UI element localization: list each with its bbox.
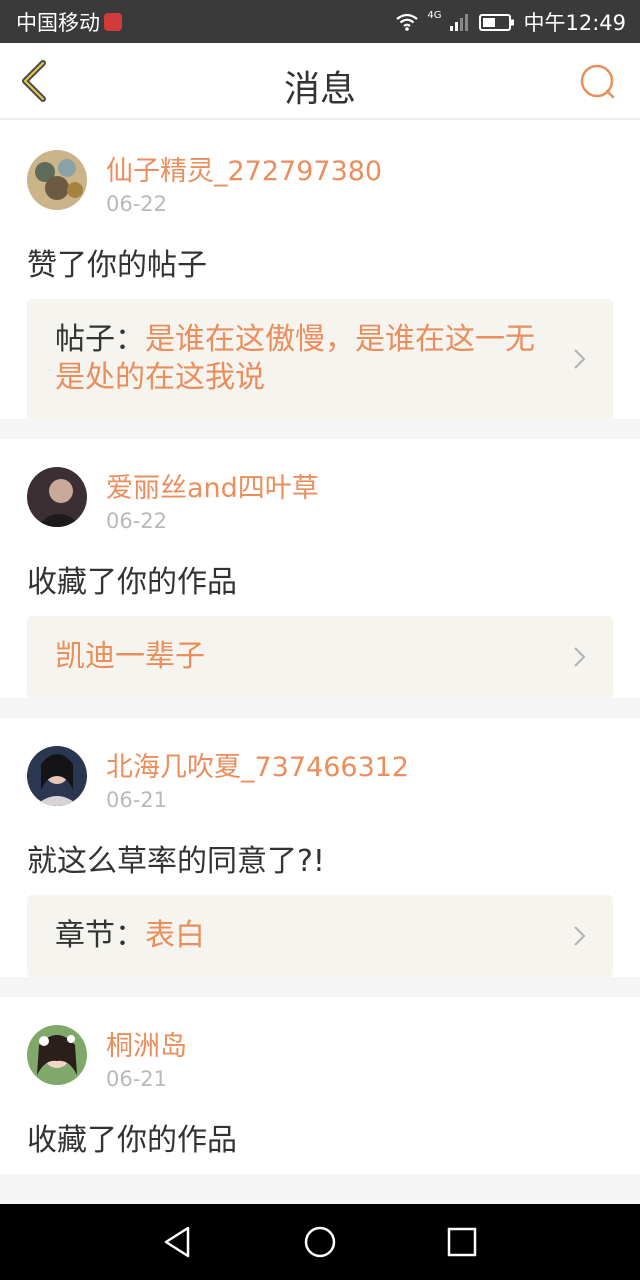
ref-title: 凯迪一辈子 <box>55 639 205 674</box>
status-bar-right: 4G 中午12:49 <box>395 7 626 37</box>
message-action: 收藏了你的作品 <box>27 1123 237 1158</box>
avatar[interactable] <box>27 467 87 527</box>
message-date: 06-22 <box>106 192 168 216</box>
referenced-work[interactable]: 凯迪一辈子 <box>27 616 613 698</box>
message-list[interactable]: 仙子精灵_272797380 06-22 赞了你的帖子 帖子：是谁在这傲慢，是谁… <box>0 122 640 1204</box>
chevron-right-icon <box>574 926 586 946</box>
username[interactable]: 仙子精灵_272797380 <box>106 149 382 188</box>
avatar[interactable] <box>27 746 87 806</box>
message-header: 仙子精灵_272797380 06-22 <box>27 122 613 229</box>
message-card: 爱丽丝and四叶草 06-22 收藏了你的作品 凯迪一辈子 <box>0 439 640 698</box>
triangle-back-icon[interactable] <box>160 1224 196 1260</box>
message-header: 桐洲岛 06-21 <box>27 997 613 1104</box>
circle-home-icon[interactable] <box>302 1224 338 1260</box>
avatar[interactable] <box>27 150 87 210</box>
referenced-post[interactable]: 帖子：是谁在这傲慢，是谁在这一无是处的在这我说 <box>27 299 613 419</box>
message-date: 06-22 <box>106 509 168 533</box>
username[interactable]: 桐洲岛 <box>106 1024 187 1063</box>
clock: 中午12:49 <box>523 10 626 35</box>
message-action: 收藏了你的作品 <box>27 565 237 600</box>
ref-title: 表白 <box>145 918 205 953</box>
system-nav-bar <box>0 1204 640 1280</box>
ref-prefix: 帖子： <box>55 322 145 357</box>
avatar[interactable] <box>27 1025 87 1085</box>
signal-icon <box>450 13 469 31</box>
square-recents-icon[interactable] <box>444 1224 480 1260</box>
ref-prefix: 章节： <box>55 918 145 953</box>
network-type-label: 4G <box>427 10 442 21</box>
wifi-icon <box>396 13 419 31</box>
status-bar: 中国移动 4G 中午12:49 <box>0 0 640 43</box>
app-notification-icon <box>104 12 122 31</box>
message-card: 桐洲岛 06-21 收藏了你的作品 <box>0 997 640 1174</box>
username[interactable]: 北海几吹夏_737466312 <box>106 745 409 784</box>
battery-icon <box>479 13 515 31</box>
message-date: 06-21 <box>106 788 168 812</box>
chevron-right-icon <box>574 349 586 369</box>
message-card: 北海几吹夏_737466312 06-21 就这么草率的同意了?! 章节：表白 <box>0 718 640 977</box>
referenced-chapter[interactable]: 章节：表白 <box>27 895 613 977</box>
message-card: 仙子精灵_272797380 06-22 赞了你的帖子 帖子：是谁在这傲慢，是谁… <box>0 122 640 419</box>
username[interactable]: 爱丽丝and四叶草 <box>106 466 319 505</box>
status-bar-left: 中国移动 <box>16 7 122 37</box>
chevron-right-icon <box>574 647 586 667</box>
app-header: 消息 <box>0 43 640 120</box>
search-icon[interactable] <box>578 62 618 102</box>
message-header: 爱丽丝and四叶草 06-22 <box>27 439 613 546</box>
carrier-label: 中国移动 <box>16 10 100 35</box>
message-action: 赞了你的帖子 <box>27 248 207 283</box>
message-header: 北海几吹夏_737466312 06-21 <box>27 718 613 825</box>
message-action: 就这么草率的同意了?! <box>27 844 325 879</box>
page-title: 消息 <box>283 69 356 110</box>
message-date: 06-21 <box>106 1067 168 1091</box>
